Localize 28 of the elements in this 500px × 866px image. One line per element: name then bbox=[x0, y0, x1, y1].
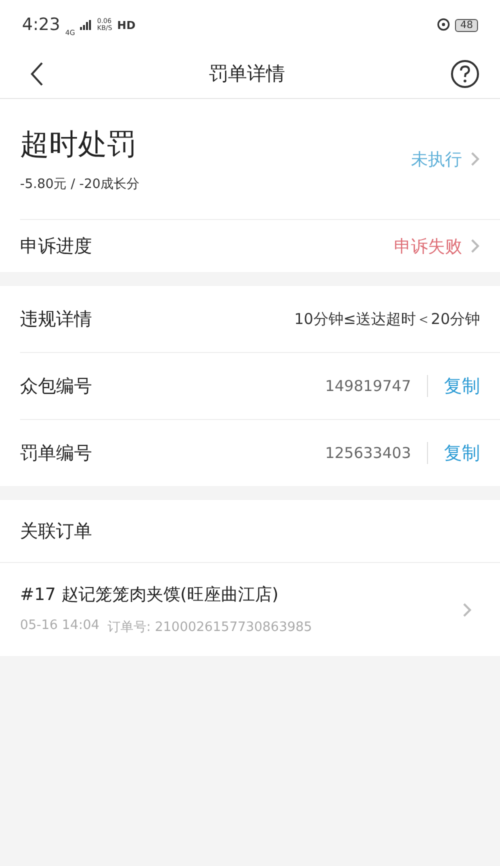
row-label: 罚单编号 bbox=[20, 442, 93, 465]
back-icon[interactable] bbox=[30, 61, 44, 87]
chevron-icon bbox=[470, 238, 480, 254]
row-label: 众包编号 bbox=[20, 375, 93, 398]
order-number: 订单号: 2100026157730863985 bbox=[107, 619, 312, 636]
chevron-icon bbox=[470, 151, 480, 167]
help-icon[interactable] bbox=[450, 59, 480, 89]
order-title[interactable]: #17 赵记笼笼肉夹馍(旺座曲江店) bbox=[20, 583, 462, 606]
copy-button[interactable]: 复制 bbox=[444, 441, 480, 465]
violation-value: 10分钟≤送达超时＜20分钟 bbox=[294, 310, 480, 328]
id-number: 149819747 bbox=[325, 377, 411, 395]
page-title: 罚单详情 bbox=[209, 62, 285, 87]
location-icon bbox=[437, 18, 450, 32]
section-heading: 关联订单 bbox=[20, 520, 93, 543]
row-label: 违规详情 bbox=[20, 308, 93, 331]
row-label: 申诉进度 bbox=[20, 235, 93, 258]
id-number: 125633403 bbox=[325, 444, 411, 462]
appeal-status-link[interactable]: 申诉失败 bbox=[394, 234, 462, 258]
copy-button[interactable]: 复制 bbox=[444, 374, 480, 398]
penalty-amount: -5.80元 / -20成长分 bbox=[20, 176, 141, 193]
chevron-icon bbox=[462, 602, 472, 618]
penalty-title: 超时处罚 bbox=[20, 126, 137, 163]
order-time: 05-16 14:04 bbox=[20, 618, 100, 635]
hd-label: HD bbox=[117, 18, 136, 32]
battery-indicator: 48 bbox=[455, 18, 478, 32]
clock-time: 4:23 bbox=[22, 15, 60, 35]
signal-icon bbox=[80, 20, 92, 30]
execution-status-link[interactable]: 未执行 bbox=[411, 148, 462, 170]
